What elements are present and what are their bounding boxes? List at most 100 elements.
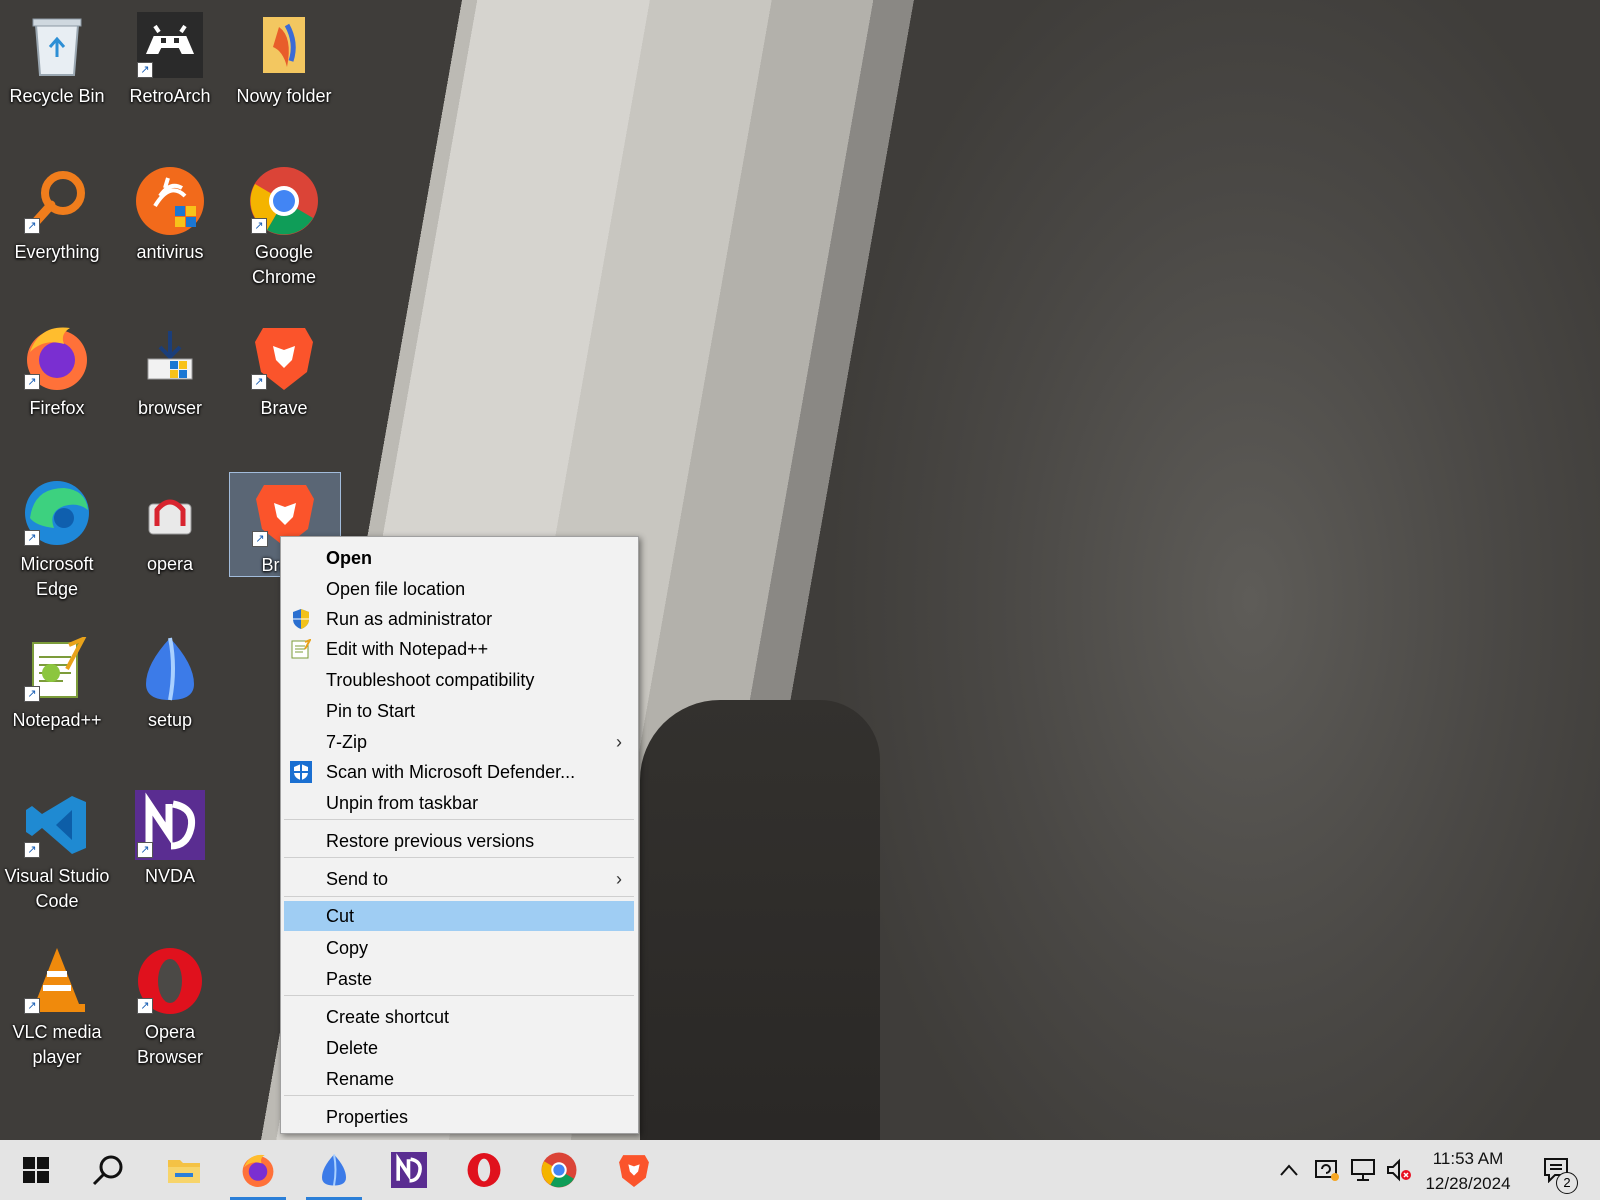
taskbar-file-explorer[interactable]: [148, 1140, 220, 1200]
shortcut-arrow-icon: ↗: [251, 374, 267, 390]
firefox-icon: ↗: [22, 322, 92, 392]
menu-item-restore-previous-versions[interactable]: Restore previous versions: [284, 826, 634, 856]
tray-update-icon-button[interactable]: [1312, 1140, 1342, 1200]
taskbar-firefox[interactable]: [222, 1140, 294, 1200]
taskbar-setup[interactable]: [298, 1140, 370, 1200]
menu-item-send-to[interactable]: Send to ›: [284, 864, 634, 894]
desktop-icon-recycle-bin[interactable]: Recycle Bin: [2, 4, 112, 109]
desktop-icon-label: setup: [147, 710, 193, 730]
shortcut-arrow-icon: ↗: [24, 842, 40, 858]
show-hidden-icons-button[interactable]: [1276, 1140, 1302, 1200]
menu-separator: [284, 819, 634, 820]
menu-item-copy[interactable]: Copy: [284, 933, 634, 963]
desktop-icon-label: Recycle Bin: [9, 86, 105, 106]
start-button[interactable]: [0, 1140, 72, 1200]
edge-icon: ↗: [22, 478, 92, 548]
antivirus-icon: [135, 166, 205, 236]
opera-icon: [467, 1153, 501, 1187]
desktop-icon-brave[interactable]: ↗ Brave: [229, 316, 339, 421]
menu-item-label: Troubleshoot compatibility: [326, 670, 535, 690]
opera-installer-icon: [135, 478, 205, 548]
update-icon: [1315, 1160, 1339, 1181]
desktop-icon-notepadpp[interactable]: ↗ Notepad++: [2, 628, 112, 733]
desktop-icon-microsoft-edge[interactable]: ↗ Microsoft Edge: [2, 472, 112, 602]
clock-time: 11:53 AM: [1432, 1149, 1504, 1168]
desktop-icon-label: Firefox: [29, 398, 85, 418]
desktop-icon-label: opera: [146, 554, 194, 574]
taskbar-brave[interactable]: [598, 1140, 670, 1200]
menu-item-7zip[interactable]: 7-Zip ›: [284, 727, 634, 757]
desktop-icon-label: browser: [137, 398, 203, 418]
notepadpp-icon: ↗: [22, 634, 92, 704]
menu-item-delete[interactable]: Delete: [284, 1033, 634, 1063]
menu-item-scan-with-defender[interactable]: Scan with Microsoft Defender...: [284, 757, 634, 787]
menu-item-run-as-administrator[interactable]: Run as administrator: [284, 604, 634, 634]
taskbar-nvda[interactable]: [373, 1140, 445, 1200]
menu-item-label: Edit with Notepad++: [326, 639, 489, 659]
menu-item-open-file-location[interactable]: Open file location: [284, 574, 634, 604]
chrome-icon: ↗: [249, 166, 319, 236]
desktop-icon-nvda[interactable]: ↗ NVDA: [115, 784, 225, 889]
desktop-icon-antivirus[interactable]: antivirus: [115, 160, 225, 265]
menu-item-cut[interactable]: Cut: [284, 901, 634, 931]
shortcut-arrow-icon: ↗: [24, 218, 40, 234]
desktop-icon-google-chrome[interactable]: ↗ Google Chrome: [229, 160, 339, 290]
shortcut-arrow-icon: ↗: [252, 531, 268, 547]
menu-item-pin-to-start[interactable]: Pin to Start: [284, 696, 634, 726]
vlc-icon: ↗: [22, 946, 92, 1016]
setup-icon: [322, 1154, 346, 1186]
file-explorer-icon: [168, 1160, 200, 1183]
desktop-icon-firefox[interactable]: ↗ Firefox: [2, 316, 112, 421]
desktop-icon-setup[interactable]: setup: [115, 628, 225, 733]
menu-item-label: Open file location: [326, 579, 466, 599]
desktop-icon-vlc[interactable]: ↗ VLC media player: [2, 940, 112, 1070]
menu-item-open[interactable]: Open: [284, 543, 634, 573]
action-center-button[interactable]: 2: [1532, 1140, 1582, 1200]
shortcut-arrow-icon: ↗: [137, 998, 153, 1014]
desktop-icon-everything[interactable]: ↗ Everything: [2, 160, 112, 265]
menu-item-troubleshoot-compatibility[interactable]: Troubleshoot compatibility: [284, 665, 634, 695]
desktop-icon-label: Google Chrome: [251, 242, 317, 287]
menu-item-unpin-from-taskbar[interactable]: Unpin from taskbar: [284, 788, 634, 818]
taskbar-chrome[interactable]: [523, 1140, 595, 1200]
desktop-icon-nowy-folder[interactable]: Nowy folder: [229, 4, 339, 109]
menu-item-properties[interactable]: Properties: [284, 1102, 634, 1132]
folder-icon: [249, 10, 319, 80]
context-menu: Open Open file location Run as administr…: [280, 536, 639, 1134]
menu-item-edit-with-notepadpp[interactable]: Edit with Notepad++: [284, 634, 634, 664]
menu-item-label: Cut: [326, 906, 355, 926]
notification-count-badge: 2: [1556, 1172, 1578, 1194]
menu-item-paste[interactable]: Paste: [284, 964, 634, 994]
menu-item-label: Pin to Start: [326, 701, 416, 721]
desktop-icon-opera[interactable]: opera: [115, 472, 225, 577]
menu-separator: [284, 1095, 634, 1096]
tray-network-button[interactable]: [1348, 1140, 1378, 1200]
menu-item-label: Paste: [326, 969, 373, 989]
wallpaper-rock: [640, 700, 880, 1140]
shortcut-arrow-icon: ↗: [24, 998, 40, 1014]
shortcut-arrow-icon: ↗: [24, 374, 40, 390]
desktop-icon-vscode[interactable]: ↗ Visual Studio Code: [2, 784, 112, 914]
menu-separator: [284, 995, 634, 996]
desktop-icon-browser[interactable]: browser: [115, 316, 225, 421]
menu-item-rename[interactable]: Rename: [284, 1064, 634, 1094]
shortcut-arrow-icon: ↗: [24, 530, 40, 546]
desktop-icon-label: Brave: [260, 398, 308, 418]
menu-item-create-shortcut[interactable]: Create shortcut: [284, 1002, 634, 1032]
desktop-icon-opera-browser[interactable]: ↗ Opera Browser: [115, 940, 225, 1070]
menu-item-label: Send to: [326, 869, 389, 889]
setup-icon: [135, 634, 205, 704]
chevron-right-icon: ›: [616, 869, 622, 889]
opera-icon: ↗: [135, 946, 205, 1016]
desktop-icon-label: Microsoft Edge: [20, 554, 94, 599]
taskbar-opera[interactable]: [448, 1140, 520, 1200]
brave-icon: ↗: [249, 322, 319, 392]
menu-item-label: Unpin from taskbar: [326, 793, 479, 813]
menu-item-label: Open: [326, 548, 373, 568]
desktop-icon-label: Visual Studio Code: [4, 866, 110, 911]
menu-item-label: Run as administrator: [326, 609, 493, 629]
taskbar-clock[interactable]: 11:53 AM 12/28/2024: [1408, 1146, 1528, 1196]
desktop-icon-retroarch[interactable]: ↗ RetroArch: [115, 4, 225, 109]
shortcut-arrow-icon: ↗: [24, 686, 40, 702]
search-button[interactable]: [72, 1140, 144, 1200]
